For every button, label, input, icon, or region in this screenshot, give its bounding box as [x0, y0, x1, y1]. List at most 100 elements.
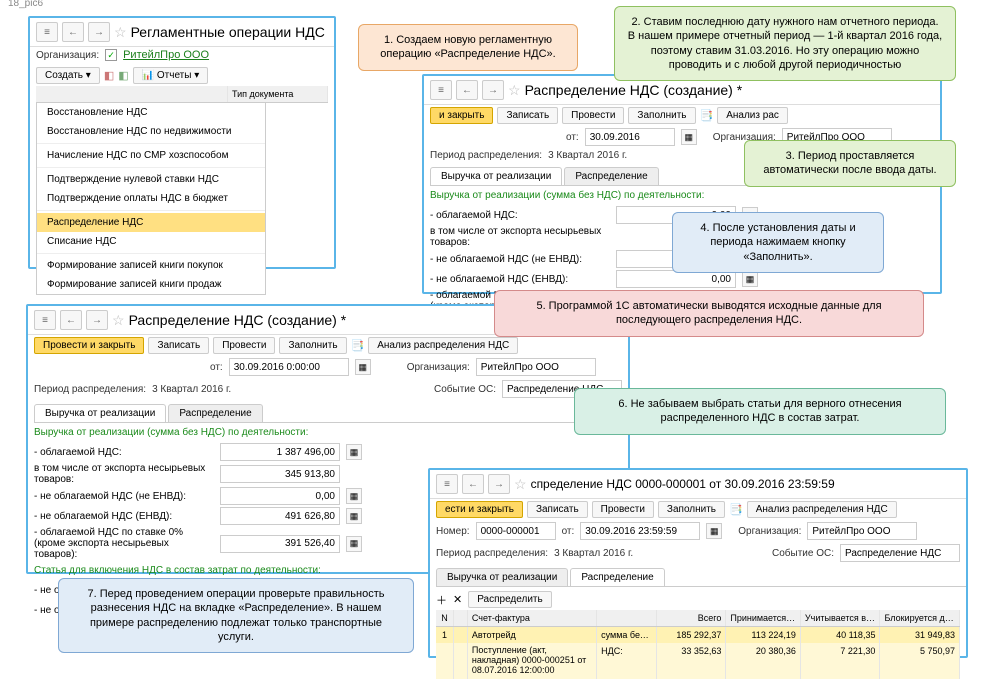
fill-button[interactable]: Заполнить	[628, 107, 695, 124]
period-label: Период распределения:	[436, 548, 548, 559]
post-button[interactable]: Провести	[213, 337, 275, 354]
menu-icon[interactable]: ≡	[36, 22, 58, 42]
calendar-icon[interactable]: ▦	[355, 359, 371, 375]
distribute-button[interactable]: Распределить	[468, 591, 552, 608]
date-from-input[interactable]	[585, 128, 675, 146]
post-button[interactable]: Провести	[592, 501, 654, 518]
event-input[interactable]	[840, 544, 960, 562]
calc-icon[interactable]: ▦	[346, 508, 362, 524]
fill-button[interactable]: Заполнить	[279, 337, 346, 354]
envd-input[interactable]	[220, 507, 340, 525]
fwd-icon[interactable]: →	[482, 80, 504, 100]
menu-icon[interactable]: ≡	[436, 474, 458, 494]
reports-button[interactable]: 📊 Отчеты ▾	[133, 67, 209, 84]
star-icon[interactable]: ☆	[114, 24, 127, 41]
calc-icon[interactable]: ▦	[742, 271, 758, 287]
period-label: Период распределения:	[430, 150, 542, 161]
analysis-button[interactable]: Анализ распределения НДС	[747, 501, 897, 518]
num-label: Номер:	[436, 526, 470, 537]
star-icon[interactable]: ☆	[112, 312, 125, 329]
dt-icon[interactable]: 📑	[700, 109, 714, 122]
org-checkbox[interactable]: ✓	[105, 49, 117, 61]
org-input[interactable]	[476, 358, 596, 376]
fwd-icon[interactable]: →	[88, 22, 110, 42]
num-input[interactable]	[476, 522, 556, 540]
table-head: N Счет-фактура Всего Принимается к вычет…	[436, 610, 960, 627]
add-icon[interactable]: ＋	[436, 592, 447, 608]
post-button[interactable]: Провести	[562, 107, 624, 124]
back-icon[interactable]: ←	[62, 22, 84, 42]
section-head: Выручка от реализации (сумма без НДС) по…	[28, 423, 628, 442]
fwd-icon[interactable]: →	[86, 310, 108, 330]
panel-dist-done: ≡ ← → ☆ спределение НДС 0000-000001 от 3…	[428, 468, 968, 658]
tab-distribution[interactable]: Распределение	[570, 568, 664, 586]
period-value: 3 Квартал 2016 г.	[548, 150, 627, 161]
save-button[interactable]: Записать	[497, 107, 558, 124]
analysis-button[interactable]: Анализ распределения НДС	[368, 337, 518, 354]
taxable-input[interactable]	[220, 443, 340, 461]
label: - не облагаемой НДС (ЕНВД):	[34, 511, 214, 522]
save-button[interactable]: Записать	[527, 501, 588, 518]
dt-icon[interactable]: 📑	[351, 339, 365, 352]
calendar-icon[interactable]: ▦	[681, 129, 697, 145]
menu-item[interactable]: Восстановление НДС	[37, 103, 265, 122]
calendar-icon[interactable]: ▦	[706, 523, 722, 539]
fill-button[interactable]: Заполнить	[658, 501, 725, 518]
nontax-input[interactable]	[220, 487, 340, 505]
calc-icon[interactable]: ▦	[346, 488, 362, 504]
star-icon[interactable]: ☆	[508, 82, 521, 99]
fwd-icon[interactable]: →	[488, 474, 510, 494]
table-row[interactable]: 1 Автотрейд сумма без НД... 185 292,37 1…	[436, 627, 960, 643]
save-button[interactable]: Записать	[148, 337, 209, 354]
btn-icon1[interactable]: ◧	[104, 69, 114, 82]
analysis-button[interactable]: Анализ рас	[717, 107, 788, 124]
btn-icon2[interactable]: ◧	[118, 69, 128, 82]
post-close-button[interactable]: Провести и закрыть	[34, 337, 144, 354]
callout-3: 3. Период проставляется автоматически по…	[744, 140, 956, 187]
calc-icon[interactable]: ▦	[346, 444, 362, 460]
callout-6: 6. Не забываем выбрать статьи для верног…	[574, 388, 946, 435]
callout-7: 7. Перед проведением операции проверьте …	[58, 578, 414, 653]
menu-item[interactable]: Формирование записей книги продаж	[37, 275, 265, 294]
menu-item-selected[interactable]: Распределение НДС	[37, 213, 265, 232]
post-close-button[interactable]: ести и закрыть	[436, 501, 523, 518]
calc-icon[interactable]: ▦	[346, 536, 362, 552]
create-dropdown: Восстановление НДС Восстановление НДС по…	[36, 102, 266, 295]
menu-item[interactable]: Формирование записей книги покупок	[37, 256, 265, 275]
del-icon[interactable]: ✕	[453, 593, 462, 606]
dt-icon[interactable]: 📑	[729, 503, 743, 516]
menu-item[interactable]: Восстановление НДС по недвижимости	[37, 122, 265, 141]
toolbar: ≡ ← → ☆ Регламентные операции НДС	[30, 18, 334, 47]
tab-revenue[interactable]: Выручка от реализации	[34, 404, 166, 422]
post-close-button[interactable]: и закрыть	[430, 107, 493, 124]
date-input[interactable]	[580, 522, 700, 540]
callout-4: 4. После установления даты и периода наж…	[672, 212, 884, 273]
back-icon[interactable]: ←	[462, 474, 484, 494]
export-input[interactable]	[220, 465, 340, 483]
label: - облагаемой НДС:	[34, 447, 214, 458]
org-label: Организация:	[36, 50, 99, 61]
star-icon[interactable]: ☆	[514, 476, 527, 493]
menu-item[interactable]: Подтверждение оплаты НДС в бюджет	[37, 189, 265, 208]
org-input[interactable]	[807, 522, 917, 540]
menu-icon[interactable]: ≡	[430, 80, 452, 100]
create-button[interactable]: Создать ▾	[36, 67, 100, 84]
menu-item[interactable]: Начисление НДС по СМР хозспособом	[37, 146, 265, 165]
label: в том числе от экспорта несырьевых товар…	[34, 463, 214, 485]
tab-revenue[interactable]: Выручка от реализации	[430, 167, 562, 185]
tab-distribution[interactable]: Распределение	[168, 404, 262, 422]
org-label: Организация:	[407, 362, 470, 373]
back-icon[interactable]: ←	[456, 80, 478, 100]
label: - не облагаемой НДС (не ЕНВД):	[34, 491, 214, 502]
org-value[interactable]: РитейлПро ООО	[123, 49, 209, 61]
back-icon[interactable]: ←	[60, 310, 82, 330]
label: - облагаемой НДС по ставке 0% (кроме экс…	[34, 527, 214, 560]
tab-distribution[interactable]: Распределение	[564, 167, 658, 185]
menu-icon[interactable]: ≡	[34, 310, 56, 330]
menu-item[interactable]: Списание НДС	[37, 232, 265, 251]
menu-item[interactable]: Подтверждение нулевой ставки НДС	[37, 170, 265, 189]
tab-revenue[interactable]: Выручка от реализации	[436, 568, 568, 586]
zero-rate-input[interactable]	[220, 535, 340, 553]
date-input[interactable]	[229, 358, 349, 376]
table-row[interactable]: Поступление (акт, накладная) 0000-000251…	[436, 643, 960, 679]
